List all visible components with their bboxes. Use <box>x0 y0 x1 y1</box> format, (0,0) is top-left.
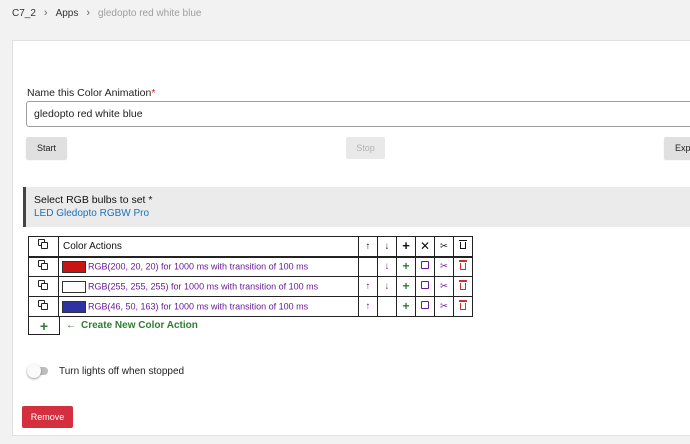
select-cell[interactable] <box>415 276 435 297</box>
delete-cell[interactable] <box>453 276 473 297</box>
header-cut: ✂ <box>434 236 454 258</box>
arrow-up-icon: ↑ <box>365 240 371 252</box>
trash-icon[interactable] <box>459 300 467 313</box>
plus-icon: + <box>402 238 410 254</box>
animation-name-input[interactable] <box>26 101 690 127</box>
breadcrumb-item-hub[interactable]: C7_2 <box>12 8 36 19</box>
add-cell[interactable]: + <box>396 276 416 297</box>
plus-icon[interactable]: + <box>402 280 409 292</box>
select-cell[interactable] <box>415 296 435 317</box>
copy-all-cell[interactable] <box>28 236 59 258</box>
copy-icon[interactable] <box>38 259 49 271</box>
add-action-button[interactable]: + <box>28 316 60 335</box>
start-button[interactable]: Start <box>26 137 67 159</box>
bulb-selector-label: Select RGB bulbs to set * <box>34 194 153 206</box>
copy-icon[interactable] <box>38 299 49 311</box>
move-down-cell[interactable]: ↓ <box>377 276 397 297</box>
selected-bulb[interactable]: LED Gledopto RGBW Pro <box>34 208 690 219</box>
required-mark: * <box>151 87 156 99</box>
copy-cell[interactable] <box>28 296 59 317</box>
copy-icon[interactable] <box>38 279 49 291</box>
trash-icon[interactable] <box>459 280 467 293</box>
arrow-down-icon: ↓ <box>384 240 390 252</box>
move-up-cell[interactable]: ↑ <box>358 296 378 317</box>
select-cell[interactable] <box>415 256 435 277</box>
header-move-down: ↓ <box>377 236 397 258</box>
header-add: + <box>396 236 416 258</box>
cut-cell[interactable]: ✂ <box>434 296 454 317</box>
move-up-cell[interactable]: ↑ <box>358 276 378 297</box>
stop-button: Stop <box>346 137 385 159</box>
chevron-right-icon: › <box>86 6 91 19</box>
plus-icon[interactable]: + <box>402 260 409 272</box>
x-icon: ✕ <box>419 238 431 253</box>
add-cell[interactable]: + <box>396 256 416 277</box>
scissors-icon[interactable]: ✂ <box>440 302 448 312</box>
remove-button[interactable]: Remove <box>22 406 73 428</box>
arrow-up-icon[interactable]: ↑ <box>366 282 371 292</box>
checkbox-icon[interactable] <box>421 301 429 309</box>
bulb-selector[interactable]: Select RGB bulbs to set * LED Gledopto R… <box>23 187 690 227</box>
table-header-row: Color Actions ↑ ↓ + ✕ ✂ <box>28 236 473 258</box>
color-action-description[interactable]: RGB(200, 20, 20) for 1000 ms with transi… <box>58 256 359 277</box>
color-actions-table: Color Actions ↑ ↓ + ✕ ✂ RGB(200, 20, 20)… <box>28 236 473 317</box>
header-select: ✕ <box>415 236 435 258</box>
checkbox-icon[interactable] <box>421 261 429 270</box>
add-cell[interactable]: + <box>396 296 416 317</box>
breadcrumb: C7_2 › Apps › gledopto red white blue <box>12 5 201 21</box>
color-swatch <box>62 280 86 293</box>
color-action-description[interactable]: RGB(255, 255, 255) for 1000 ms with tran… <box>58 276 359 297</box>
color-action-description[interactable]: RGB(46, 50, 163) for 1000 ms with transi… <box>58 296 359 317</box>
delete-cell[interactable] <box>453 296 473 317</box>
plus-icon[interactable]: + <box>402 300 409 312</box>
lights-off-toggle-row: Turn lights off when stopped <box>27 364 184 378</box>
color-swatch <box>62 300 86 313</box>
color-swatch <box>62 260 86 273</box>
copy-icon[interactable] <box>38 239 49 250</box>
header-delete <box>453 236 473 258</box>
breadcrumb-current: gledopto red white blue <box>98 7 202 19</box>
copy-cell[interactable] <box>28 256 59 277</box>
arrow-down-icon[interactable]: ↓ <box>385 262 390 272</box>
scissors-icon[interactable]: ✂ <box>440 262 448 272</box>
arrow-up-icon[interactable]: ↑ <box>366 302 371 312</box>
arrow-left-icon: ← <box>66 320 76 331</box>
lights-off-toggle[interactable] <box>27 364 49 378</box>
chevron-right-icon: › <box>43 6 48 19</box>
checkbox-icon[interactable] <box>421 281 429 289</box>
cut-cell[interactable]: ✂ <box>434 256 454 277</box>
trash-icon <box>459 239 467 253</box>
scissors-icon[interactable]: ✂ <box>440 282 448 292</box>
name-field-label: Name this Color Animation* <box>27 87 156 99</box>
delete-cell[interactable] <box>453 256 473 277</box>
color-actions-header: Color Actions <box>58 236 359 258</box>
copy-cell[interactable] <box>28 276 59 297</box>
lights-off-toggle-label[interactable]: Turn lights off when stopped <box>59 366 184 377</box>
create-new-color-action-link[interactable]: ← Create New Color Action <box>66 320 198 331</box>
table-row: RGB(200, 20, 20) for 1000 ms with transi… <box>28 256 473 277</box>
cut-cell[interactable]: ✂ <box>434 276 454 297</box>
scissors-icon: ✂ <box>440 240 448 252</box>
arrow-down-icon[interactable]: ↓ <box>385 282 390 292</box>
move-up-cell <box>358 256 378 277</box>
move-down-cell[interactable]: ↓ <box>377 256 397 277</box>
header-move-up: ↑ <box>358 236 378 258</box>
export-button[interactable]: Expo <box>664 137 690 159</box>
plus-icon[interactable]: + <box>40 319 48 333</box>
table-row: RGB(255, 255, 255) for 1000 ms with tran… <box>28 276 473 297</box>
trash-icon[interactable] <box>459 260 467 273</box>
move-down-cell <box>377 296 397 317</box>
table-row: RGB(46, 50, 163) for 1000 ms with transi… <box>28 296 473 317</box>
breadcrumb-item-apps[interactable]: Apps <box>56 8 79 19</box>
